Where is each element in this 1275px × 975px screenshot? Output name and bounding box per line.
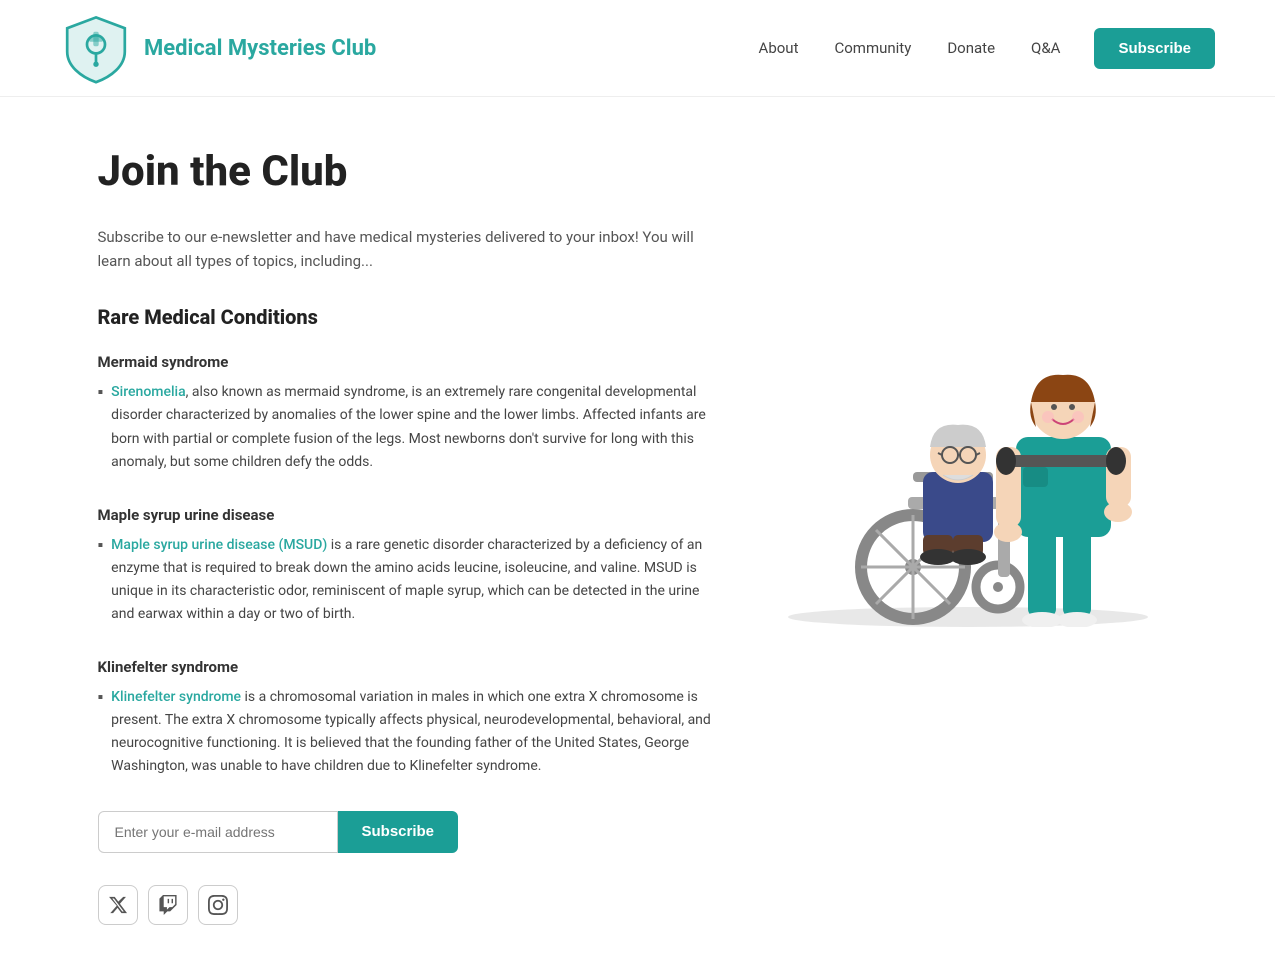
bullet-msud: ▪ bbox=[98, 535, 104, 555]
main-content: Join the Club Subscribe to our e-newslet… bbox=[98, 147, 718, 925]
condition-klinefelter: Klinefelter syndrome ▪ Klinefelter syndr… bbox=[98, 658, 718, 778]
email-form: Subscribe bbox=[98, 811, 718, 853]
bullet-mermaid: ▪ bbox=[98, 382, 104, 402]
logo-link[interactable]: Medical Mysteries Club bbox=[60, 12, 376, 84]
header-subscribe-button[interactable]: Subscribe bbox=[1094, 28, 1215, 69]
condition-msud: Maple syrup urine disease ▪ Maple syrup … bbox=[98, 506, 718, 626]
condition-name-klinefelter: Klinefelter syndrome bbox=[98, 658, 718, 676]
email-input[interactable] bbox=[98, 811, 338, 853]
condition-link-mermaid[interactable]: Sirenomelia bbox=[111, 384, 185, 400]
page-title: Join the Club bbox=[98, 147, 718, 197]
logo-icon bbox=[60, 12, 132, 84]
site-title: Medical Mysteries Club bbox=[144, 36, 376, 61]
nav-qa[interactable]: Q&A bbox=[1017, 31, 1074, 65]
bullet-klinefelter: ▪ bbox=[98, 687, 104, 707]
condition-link-msud[interactable]: Maple syrup urine disease (MSUD) bbox=[111, 537, 327, 553]
nav-community[interactable]: Community bbox=[820, 31, 925, 65]
main-nav: About Community Donate Q&A Subscribe bbox=[745, 28, 1215, 69]
condition-link-klinefelter[interactable]: Klinefelter syndrome bbox=[111, 689, 241, 705]
condition-name-mermaid: Mermaid syndrome bbox=[98, 353, 718, 371]
illustration-area bbox=[758, 147, 1178, 627]
intro-text: Subscribe to our e-newsletter and have m… bbox=[98, 225, 718, 273]
condition-text-mermaid: Sirenomelia, also known as mermaid syndr… bbox=[111, 381, 717, 473]
condition-name-msud: Maple syrup urine disease bbox=[98, 506, 718, 524]
instagram-icon[interactable] bbox=[198, 885, 238, 925]
illustration bbox=[768, 207, 1168, 627]
condition-mermaid: Mermaid syndrome ▪ Sirenomelia, also kno… bbox=[98, 353, 718, 473]
nav-donate[interactable]: Donate bbox=[933, 31, 1009, 65]
condition-text-klinefelter: Klinefelter syndrome is a chromosomal va… bbox=[111, 686, 717, 778]
social-icons bbox=[98, 885, 718, 925]
twitch-icon[interactable] bbox=[148, 885, 188, 925]
email-submit-button[interactable]: Subscribe bbox=[338, 811, 459, 853]
condition-text-msud: Maple syrup urine disease (MSUD) is a ra… bbox=[111, 534, 717, 626]
twitter-icon[interactable] bbox=[98, 885, 138, 925]
section-title: Rare Medical Conditions bbox=[98, 305, 718, 329]
nav-about[interactable]: About bbox=[745, 31, 813, 65]
